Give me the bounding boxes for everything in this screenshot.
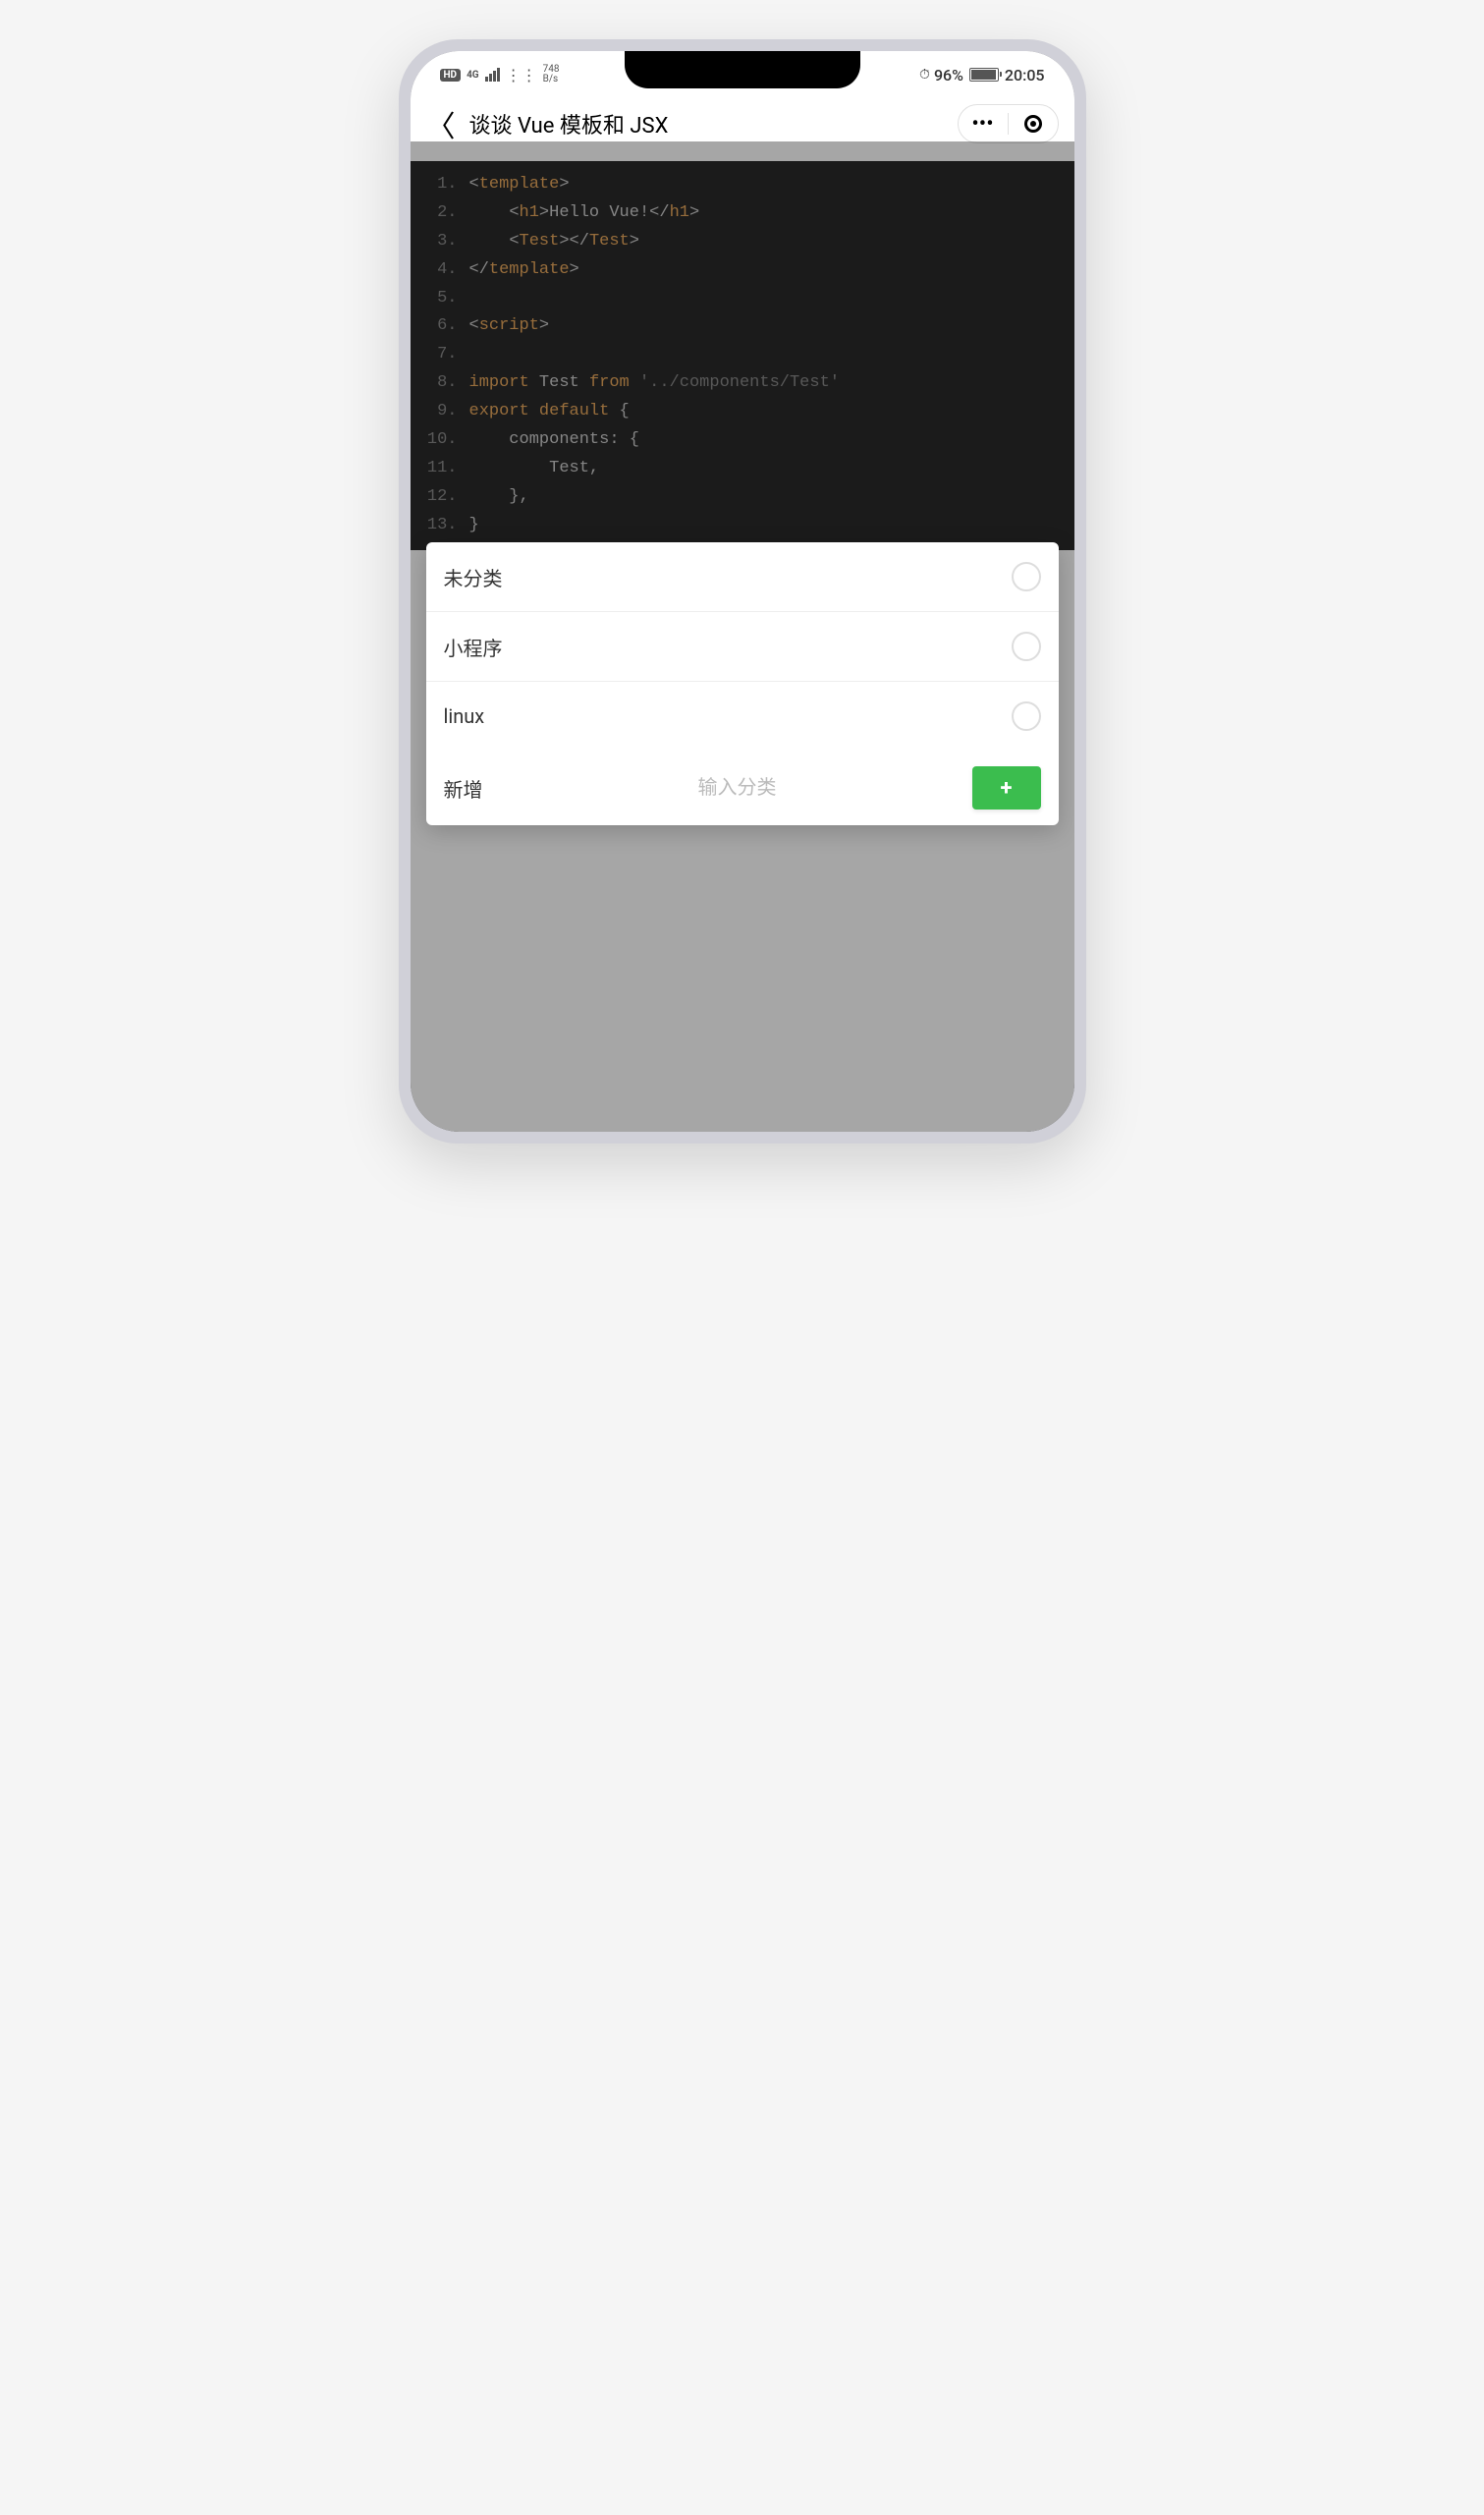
status-left: HD 4G ⋮⋮ 748 B/s	[440, 65, 560, 84]
net-speed: 748 B/s	[543, 65, 560, 84]
battery-percent: 96%	[934, 66, 963, 84]
category-label: linux	[444, 704, 485, 728]
battery-icon	[969, 68, 999, 82]
notch	[625, 51, 860, 88]
signal-bars-icon	[485, 68, 500, 82]
radio-icon[interactable]	[1012, 632, 1041, 661]
add-label: 新增	[444, 774, 503, 803]
category-option[interactable]: 未分类	[426, 542, 1059, 612]
add-category-input[interactable]	[519, 777, 957, 800]
category-option[interactable]: linux	[426, 682, 1059, 751]
header-controls: •••	[958, 104, 1059, 143]
phone-frame: HD 4G ⋮⋮ 748 B/s ⏱ 96% 20:05	[399, 39, 1086, 1144]
add-category-row: 新增 +	[426, 751, 1059, 825]
category-option[interactable]: 小程序	[426, 612, 1059, 682]
wifi-icon: ⋮⋮	[506, 66, 537, 84]
hd-badge: HD	[440, 69, 462, 82]
category-modal: 未分类小程序 linux 新增 +	[426, 542, 1059, 825]
signal-4g-icon: 4G	[467, 70, 479, 81]
status-right: ⏱ 96% 20:05	[919, 66, 1044, 84]
close-miniapp-button[interactable]	[1009, 105, 1058, 142]
target-icon	[1024, 115, 1042, 133]
more-button[interactable]: •••	[959, 105, 1008, 142]
screen: HD 4G ⋮⋮ 748 B/s ⏱ 96% 20:05	[411, 51, 1074, 1132]
category-label: 未分类	[444, 563, 503, 591]
speed-unit: B/s	[543, 75, 560, 84]
alarm-icon: ⏱	[919, 67, 930, 83]
page-title: 谈谈 Vue 模板和 JSX	[469, 108, 944, 140]
back-button[interactable]: 〈	[426, 102, 456, 145]
radio-icon[interactable]	[1012, 701, 1041, 731]
category-label: 小程序	[444, 633, 503, 661]
phone-inner: HD 4G ⋮⋮ 748 B/s ⏱ 96% 20:05	[411, 51, 1074, 1132]
status-time: 20:05	[1005, 66, 1045, 84]
radio-icon[interactable]	[1012, 562, 1041, 591]
add-category-button[interactable]: +	[972, 766, 1041, 810]
